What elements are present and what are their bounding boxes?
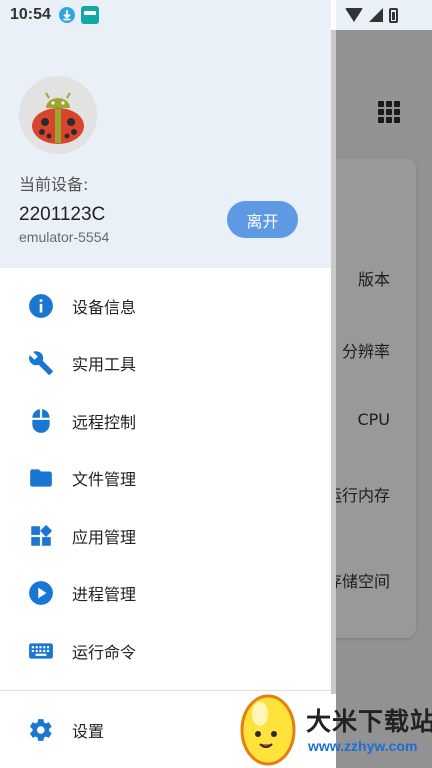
drawer-header: 10:54 当前设备: 2201123C emulator-5554 离开 <box>0 0 331 268</box>
mouse-icon <box>28 408 54 434</box>
current-device-label: 当前设备: <box>19 175 89 194</box>
avatar <box>19 76 97 154</box>
gear-icon <box>28 717 54 743</box>
menu-item-label: 文件管理 <box>72 470 137 490</box>
folder-icon <box>28 465 54 491</box>
menu-item-process-manager[interactable]: 进程管理 <box>0 565 331 623</box>
keyboard-icon <box>28 638 54 664</box>
menu-item-file-manager[interactable]: 文件管理 <box>0 450 331 508</box>
watermark: 大米下载站 www.zzhyw.com <box>234 690 432 768</box>
drawer-edge <box>331 30 336 694</box>
leave-button[interactable]: 离开 <box>227 201 298 238</box>
system-icons <box>332 0 432 30</box>
wifi-icon <box>345 8 363 22</box>
info-icon <box>28 293 54 319</box>
watermark-name: 大米下载站 <box>306 707 432 736</box>
menu-item-label: 进程管理 <box>72 585 137 605</box>
status-time: 10:54 <box>10 6 51 23</box>
watermark-url: www.zzhyw.com <box>308 738 418 754</box>
status-bar: 10:54 <box>0 0 336 30</box>
menu-item-label: 设备信息 <box>72 297 137 317</box>
signal-icon <box>369 8 383 22</box>
menu-item-run-command[interactable]: 运行命令 <box>0 622 331 680</box>
menu-item-device-info[interactable]: 设备信息 <box>0 277 331 335</box>
menu-item-label: 实用工具 <box>72 355 137 375</box>
app-notification-icon <box>80 6 99 24</box>
menu-item-label: 远程控制 <box>72 412 137 432</box>
watermark-logo <box>240 694 296 766</box>
menu-item-remote-control[interactable]: 远程控制 <box>0 392 331 450</box>
drawer-menu: 设备信息 实用工具 远程控制 文件管理 应用管理 进程管理 运行命令 <box>0 277 331 680</box>
menu-item-label: 运行命令 <box>72 642 137 662</box>
download-icon <box>58 7 75 23</box>
wrench-icon <box>28 350 54 376</box>
menu-item-tools[interactable]: 实用工具 <box>0 335 331 393</box>
menu-item-label: 设置 <box>72 722 105 741</box>
menu-item-label: 应用管理 <box>72 527 137 547</box>
menu-item-app-manager[interactable]: 应用管理 <box>0 507 331 565</box>
play-circle-icon <box>28 580 54 606</box>
device-name: 2201123C <box>19 204 106 225</box>
battery-icon <box>389 7 398 23</box>
apps-icon <box>28 523 54 549</box>
device-serial: emulator-5554 <box>19 229 110 245</box>
navigation-drawer: 10:54 当前设备: 2201123C emulator-5554 离开 设备… <box>0 0 336 768</box>
